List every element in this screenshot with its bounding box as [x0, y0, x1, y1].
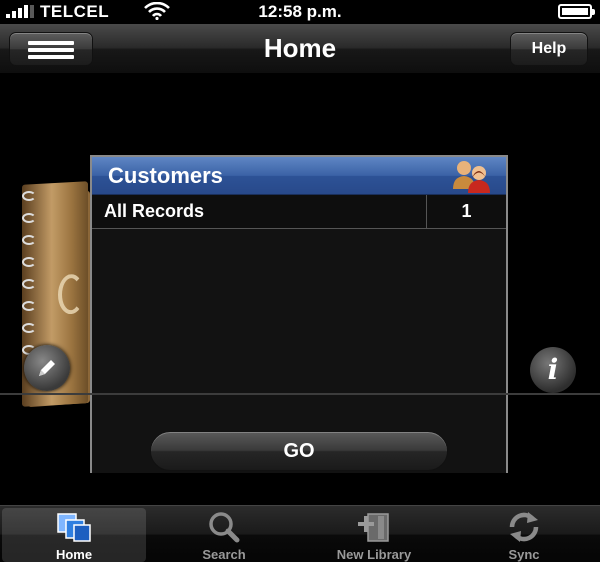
pencil-icon	[39, 360, 55, 376]
library-title: Customers	[108, 163, 223, 188]
new-library-icon	[358, 513, 389, 542]
edit-button[interactable]	[24, 345, 70, 391]
tab-search[interactable]: Search	[152, 508, 296, 562]
tab-bar: Home Search New Library Sync	[0, 505, 600, 562]
navigation-bar: Home Help	[0, 24, 600, 74]
tab-label: Search	[202, 547, 246, 562]
tab-sync[interactable]: Sync	[452, 508, 596, 562]
customers-icon	[453, 161, 490, 193]
library-header[interactable]: Customers	[92, 157, 506, 195]
battery-icon	[558, 4, 595, 19]
info-icon[interactable]: i	[530, 347, 576, 393]
divider	[0, 393, 600, 395]
status-bar: TELCEL 12:58 p.m.	[0, 0, 600, 24]
record-count: 1	[461, 201, 472, 221]
library-content: Customers All Records 1 i GO	[0, 75, 600, 505]
home-icon	[57, 513, 91, 542]
status-time: 12:58 p.m.	[258, 2, 342, 21]
record-label: All Records	[104, 201, 205, 221]
sync-icon	[509, 512, 539, 542]
tab-new-library[interactable]: New Library	[302, 508, 446, 562]
go-button[interactable]: GO	[150, 431, 448, 471]
search-icon	[209, 512, 240, 543]
library-records-panel: Customers All Records 1	[90, 155, 508, 473]
tab-label: New Library	[336, 547, 412, 562]
record-row-all-records[interactable]: All Records 1	[92, 195, 506, 229]
tab-home[interactable]: Home	[2, 508, 146, 562]
tab-label: Home	[55, 547, 93, 562]
tab-label: Sync	[508, 547, 540, 562]
help-button[interactable]: Help	[510, 32, 588, 66]
